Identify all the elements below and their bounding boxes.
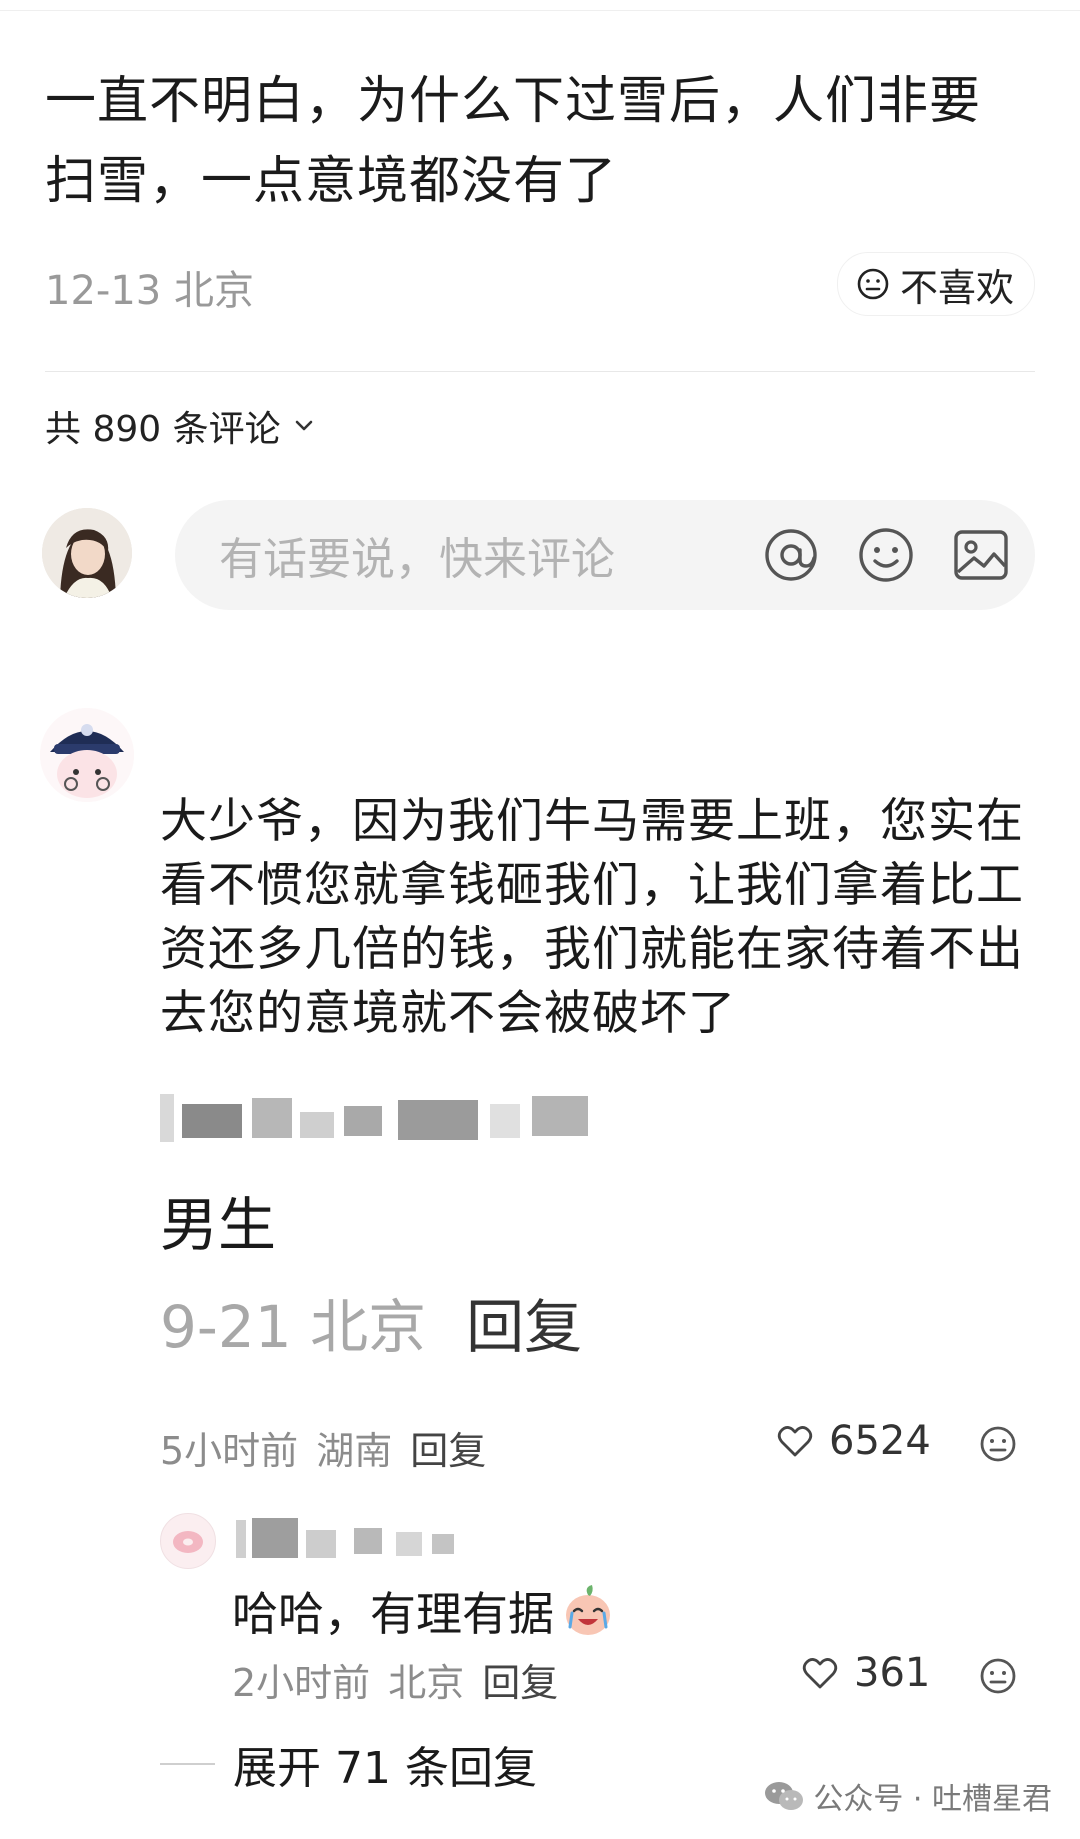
neutral-face-icon (857, 268, 889, 300)
dislike-label: 不喜欢 (899, 265, 1014, 310)
watermark-text: 公众号 · 吐槽星君 (813, 1782, 1052, 1817)
comment-location: 湖南 (316, 1429, 393, 1473)
watermark: 公众号 · 吐槽星君 (763, 1774, 1052, 1818)
chevron-down-icon (295, 420, 312, 431)
reply-text: 哈哈，有理有据 (232, 1587, 554, 1641)
user-avatar[interactable] (42, 508, 132, 598)
post-location: 北京 (173, 268, 254, 314)
quoted-user-tag: 男生 (160, 1191, 277, 1259)
comment-like-button[interactable]: 6524 (775, 1418, 931, 1464)
comment-meta: 5小时前 湖南 回复 (160, 1420, 486, 1475)
comment-count-label: 共 890 条评论 (45, 409, 281, 450)
comment-sort-toggle[interactable]: 共 890 条评论 (45, 400, 317, 452)
comment-reply-button[interactable]: 回复 (410, 1420, 486, 1475)
heart-icon (802, 1658, 838, 1689)
dislike-button[interactable]: 不喜欢 (836, 252, 1035, 316)
reply-time: 2小时前 (232, 1661, 371, 1705)
neutral-face-icon[interactable] (978, 1424, 1018, 1464)
reply-like-count: 361 (854, 1650, 931, 1696)
at-icon[interactable] (760, 524, 822, 586)
neutral-face-icon[interactable] (978, 1656, 1018, 1696)
comment-time: 5小时前 (160, 1429, 299, 1473)
comment-input[interactable]: 有话要说，快来评论 (175, 500, 1035, 610)
expand-dash (160, 1763, 215, 1765)
comment-body: 大少爷，因为我们牛马需要上班，您实在看不惯您就拿钱砸我们，让我们拿着比工资还多几… (160, 794, 1024, 1041)
replier-avatar[interactable] (160, 1513, 216, 1569)
commenter-avatar[interactable] (40, 708, 134, 802)
avatar-cartoon (40, 708, 134, 802)
reply-meta: 2小时前 北京 回复 (232, 1652, 558, 1707)
top-divider (0, 0, 1080, 11)
reply-reply-button[interactable]: 回复 (482, 1652, 558, 1707)
reply-body: 哈哈，有理有据 (232, 1578, 616, 1644)
blurred-username (160, 1090, 620, 1150)
smiley-icon[interactable] (855, 524, 917, 586)
comment-like-count: 6524 (829, 1418, 931, 1464)
section-divider (45, 371, 1035, 372)
quoted-reply-label: 回复 (466, 1293, 583, 1361)
image-icon[interactable] (950, 524, 1012, 586)
avatar-donut (173, 1531, 203, 1553)
crying-laugh-sticker-icon (566, 1585, 610, 1635)
blurred-reply-username (236, 1512, 456, 1562)
expand-replies-button[interactable]: 展开 71 条回复 (160, 1732, 537, 1796)
comment-input-placeholder: 有话要说，快来评论 (219, 534, 615, 585)
quoted-date-location: 9-21 北京 (160, 1293, 427, 1361)
wechat-icon (765, 1782, 804, 1810)
post-date: 12-13 (45, 268, 162, 314)
avatar-portrait (42, 508, 132, 598)
post-title: 一直不明白，为什么下过雪后，人们非要扫雪，一点意境都没有了 (45, 72, 982, 211)
reply-like-button[interactable]: 361 (800, 1650, 930, 1696)
post-meta: 12-13 北京 (45, 258, 254, 316)
quoted-meta: 9-21 北京 回复 (160, 1280, 582, 1364)
reply-location: 北京 (388, 1661, 465, 1705)
expand-replies-label: 展开 71 条回复 (233, 1743, 537, 1794)
heart-icon (777, 1426, 813, 1457)
